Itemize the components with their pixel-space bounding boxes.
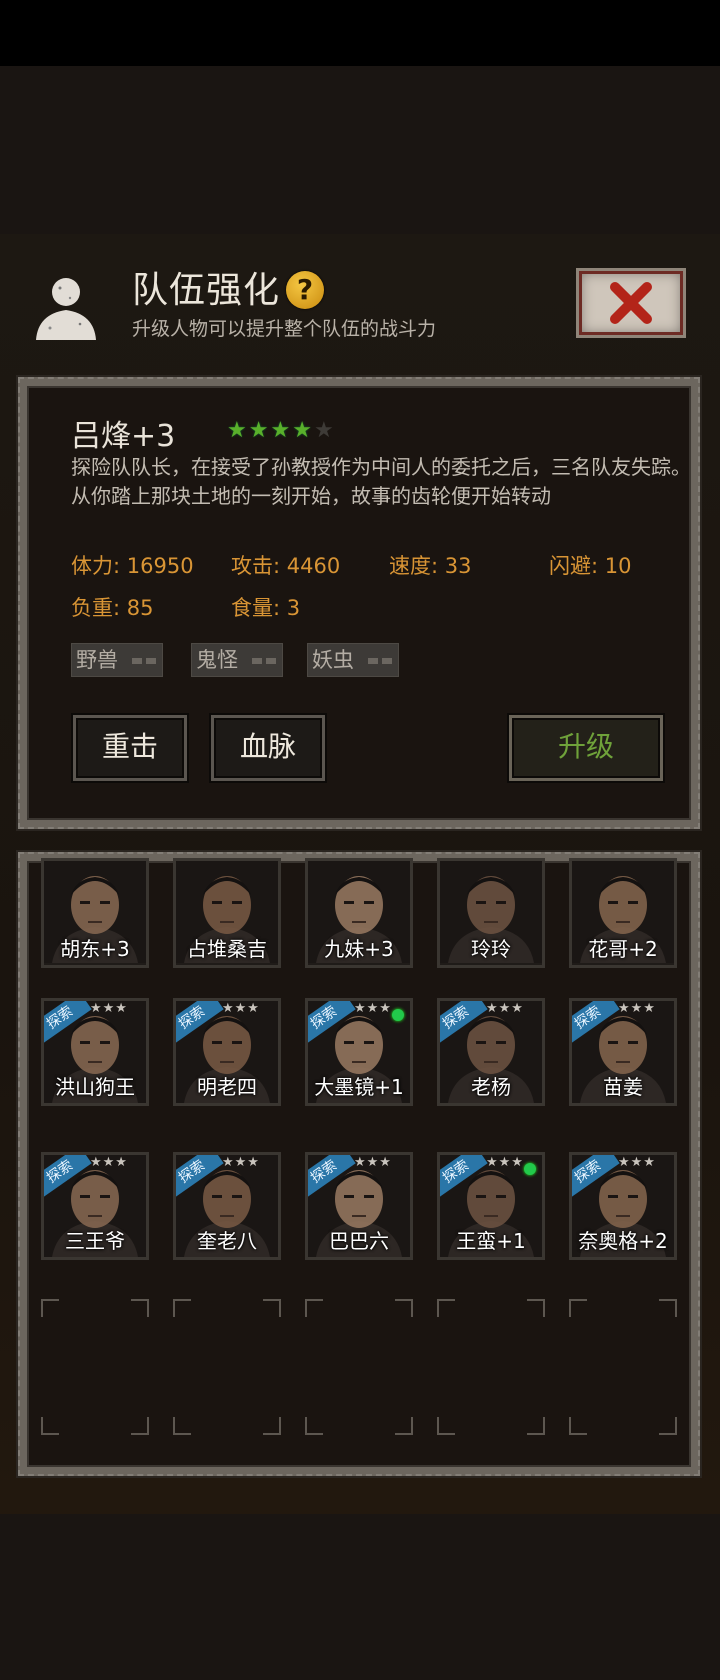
character-card-name: 奈奥格+2: [578, 1229, 668, 1253]
empty-roster-slot: [305, 1299, 413, 1435]
character-roster: 胡东+3 占堆桑吉 九妹+3 玲玲 花哥+2 探索 ★★★ 洪山狗王 探索 ★★★ 明老四 探索 ★★★…: [18, 852, 700, 1476]
character-card-name: 胡东+3: [60, 937, 130, 961]
active-indicator-icon: [524, 1163, 536, 1175]
character-card-name: 苗姜: [603, 1075, 643, 1099]
rank-stars: ★★★: [618, 1001, 656, 1016]
skill-heavy-strike-button[interactable]: 重击: [73, 715, 187, 781]
stat-attack: 攻击: 4460: [231, 554, 341, 578]
star-icon: ★: [270, 418, 291, 443]
rank-stars: ★★★: [222, 1001, 260, 1016]
character-card[interactable]: 探索 ★★★ 巴巴六: [305, 1152, 413, 1260]
star-icon: ★: [292, 418, 312, 443]
character-card[interactable]: 探索 ★★★ 奈奥格+2: [569, 1152, 677, 1260]
rank-stars: ★★★: [354, 1001, 392, 1016]
character-card-name: 花哥+2: [588, 937, 658, 961]
stat-speed: 速度: 33: [389, 554, 472, 578]
stat-load: 负重: 85: [71, 596, 154, 620]
character-card-name: 九妹+3: [324, 937, 394, 961]
character-card-name: 老杨: [471, 1075, 511, 1099]
star-icon: ★: [227, 418, 247, 443]
character-name: 吕烽+3: [71, 419, 176, 454]
tag-beast: 野兽: [71, 643, 163, 677]
star-icon: ★: [248, 418, 269, 443]
character-card-name: 占堆桑吉: [187, 937, 267, 961]
character-card[interactable]: 探索 ★★★ 大墨镜+1: [305, 998, 413, 1106]
empty-roster-slot: [173, 1299, 281, 1435]
status-bar: [0, 0, 720, 66]
character-card[interactable]: 花哥+2: [569, 858, 677, 968]
character-card[interactable]: 探索 ★★★ 奎老八: [173, 1152, 281, 1260]
star-icon: ★: [313, 418, 334, 443]
character-card[interactable]: 玲玲: [437, 858, 545, 968]
character-card-name: 巴巴六: [329, 1229, 389, 1253]
tag-ghost: 鬼怪: [191, 643, 283, 677]
character-card[interactable]: 探索 ★★★ 苗姜: [569, 998, 677, 1106]
character-card-name: 洪山狗王: [55, 1075, 135, 1099]
page-subtitle: 升级人物可以提升整个队伍的战斗力: [132, 318, 437, 340]
page-title: 队伍强化: [132, 270, 281, 311]
character-card-name: 玲玲: [471, 937, 511, 961]
stat-food: 食量: 3: [231, 596, 301, 620]
skill-bloodline-button[interactable]: 血脉: [211, 715, 325, 781]
character-card-name: 明老四: [197, 1075, 257, 1099]
rank-stars: ★★★: [90, 1155, 128, 1170]
character-info-card: 吕烽+3 ★ ★ ★ ★ ★ 探险队队长，在接受了孙教授作为中间人的委托之后，三名队友失…: [18, 377, 700, 829]
rank-stars: ★★★: [90, 1001, 128, 1016]
rank-stars: ★★★: [486, 1155, 524, 1170]
character-description: 探险队队长，在接受了孙教授作为中间人的委托之后，三名队友失踪。从你踏上那块土地的…: [71, 455, 691, 508]
tag-insect: 妖虫: [307, 643, 399, 677]
empty-roster-slot: [437, 1299, 545, 1435]
rank-stars: ★★★: [354, 1155, 392, 1170]
close-x-icon: [610, 282, 652, 324]
character-card-name: 三王爷: [65, 1229, 125, 1253]
silhouette-icon: [36, 278, 96, 340]
character-card[interactable]: 探索 ★★★ 明老四: [173, 998, 281, 1106]
rank-stars: ★★★: [222, 1155, 260, 1170]
help-icon[interactable]: ?: [286, 271, 324, 309]
stat-dodge: 闪避: 10: [549, 554, 632, 578]
character-card[interactable]: 探索 ★★★ 三王爷: [41, 1152, 149, 1260]
empty-roster-slot: [569, 1299, 677, 1435]
empty-roster-slot: [41, 1299, 149, 1435]
character-card-name: 奎老八: [197, 1229, 257, 1253]
character-card-name: 大墨镜+1: [314, 1075, 404, 1099]
rank-stars: ★★★: [486, 1001, 524, 1016]
character-card[interactable]: 胡东+3: [41, 858, 149, 968]
rank-stars: ★★★: [618, 1155, 656, 1170]
character-stars: ★ ★ ★ ★ ★: [227, 420, 334, 442]
character-card[interactable]: 探索 ★★★ 老杨: [437, 998, 545, 1106]
stat-hp: 体力: 16950: [71, 554, 194, 578]
close-button[interactable]: [576, 268, 686, 338]
upgrade-button[interactable]: 升级: [509, 715, 663, 781]
character-card[interactable]: 占堆桑吉: [173, 858, 281, 968]
character-card-name: 王蛮+1: [456, 1229, 526, 1253]
character-card[interactable]: 九妹+3: [305, 858, 413, 968]
character-card[interactable]: 探索 ★★★ 王蛮+1: [437, 1152, 545, 1260]
active-indicator-icon: [392, 1009, 404, 1021]
character-card[interactable]: 探索 ★★★ 洪山狗王: [41, 998, 149, 1106]
